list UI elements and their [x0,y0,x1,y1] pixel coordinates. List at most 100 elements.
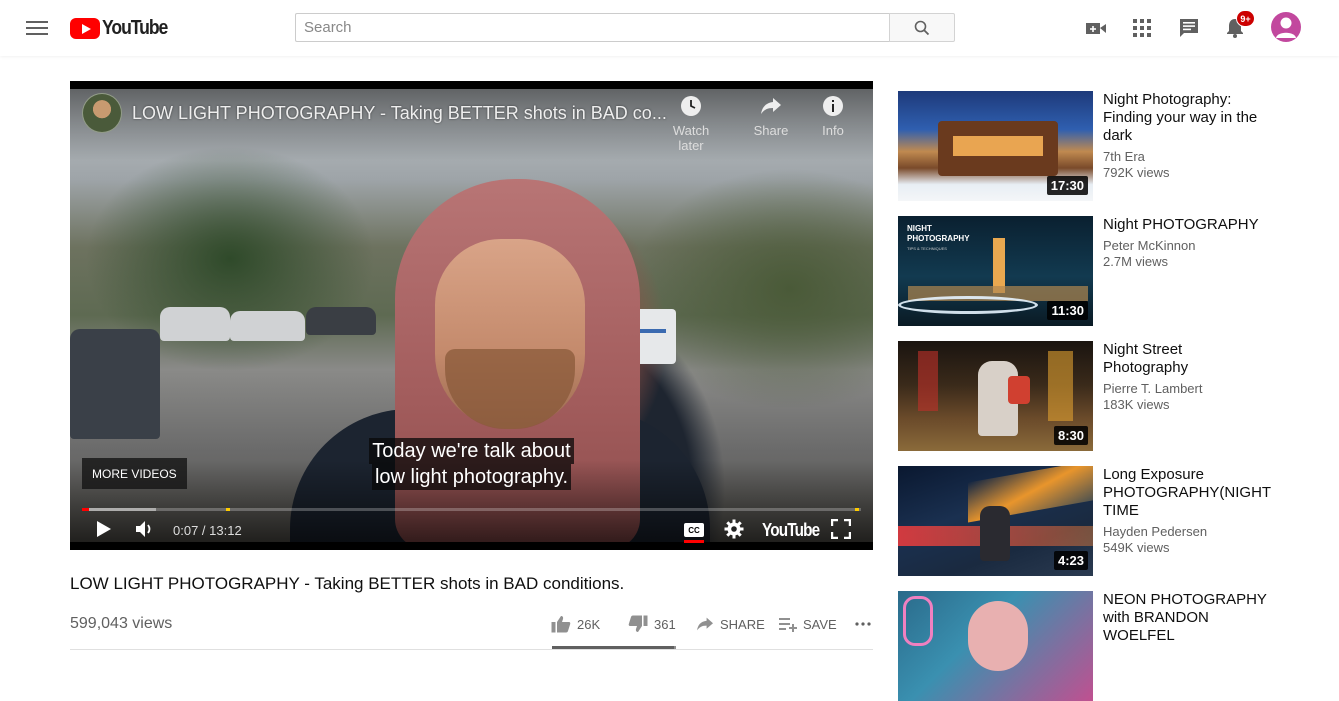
portrait-image [968,601,1028,671]
watch-later-button[interactable]: Watch later [661,93,721,153]
recommendation-title[interactable]: Long Exposure PHOTOGRAPHY(NIGHT TIME [1103,466,1271,520]
channel-avatar[interactable] [82,93,122,133]
share-player-button[interactable]: Share [741,93,801,138]
recommendation-views: 549K views [1103,540,1170,555]
share-arrow-icon [697,617,713,631]
time-display: 0:07 / 13:12 [173,523,242,538]
recommendation-title[interactable]: Night Photography: Finding your way in t… [1103,91,1268,145]
captions-button[interactable]: CC [684,523,704,537]
recommendation-channel[interactable]: Hayden Pedersen [1103,524,1207,539]
apps-grid-icon [1133,19,1151,37]
captions-active-indicator [684,540,704,543]
thumbnail-text: PHOTOGRAPHY [907,234,970,243]
divider [70,649,873,650]
video-player[interactable]: LOW LIGHT PHOTOGRAPHY - Taking BETTER sh… [70,81,873,550]
chapter-marker [226,508,230,511]
duration-badge: 8:30 [1053,426,1088,445]
volume-icon [136,521,151,537]
recommendation-thumbnail[interactable]: 4:23 [898,466,1093,576]
youtube-play-logo-icon [70,17,100,39]
clock-icon [681,96,701,116]
youtube-brand-button[interactable]: YouTube [762,520,820,541]
search-icon [914,20,930,35]
info-icon [823,96,843,116]
recommendation-card[interactable]: 8:30 Night Street Photography Pierre T. … [898,341,1268,451]
share-label: SHARE [720,616,765,632]
fullscreen-button[interactable] [831,517,851,541]
notification-badge: 9+ [1236,10,1255,27]
caption-line-1: Today we're talk about [369,438,574,464]
like-count: 26K [577,616,601,632]
share-arrow-icon [761,98,781,114]
recommendation-card[interactable]: NEON PHOTOGRAPHY with BRANDON WOELFEL [898,591,1268,701]
recommendation-title[interactable]: Night Street Photography [1103,341,1268,377]
neon-sign-image [903,596,933,646]
video-camera-icon [1086,23,1106,34]
cabin-lights-image [953,136,1043,156]
progress-played [82,508,89,511]
volume-button[interactable] [135,517,155,541]
search-bar [295,13,955,42]
logo-text: YouTube [102,16,168,39]
duration-badge: 11:30 [1047,301,1088,320]
play-button[interactable] [96,517,112,541]
save-button[interactable]: SAVE [779,612,837,636]
more-horizontal-icon [855,622,871,626]
caption-box: Today we're talk about low light photogr… [70,438,873,490]
thumbnail-subtext: TIPS & TECHNIQUES [907,246,947,251]
progress-bar[interactable] [82,508,861,511]
tower-image [993,238,1005,293]
recommendation-card[interactable]: 17:30 Night Photography: Finding your wa… [898,91,1268,201]
light-trail-image [898,296,1038,314]
recommendation-views: 792K views [1103,165,1170,180]
parked-car-image [160,307,230,341]
recommendation-thumbnail[interactable]: NIGHT PHOTOGRAPHY TIPS & TECHNIQUES 11:3… [898,216,1093,326]
dislike-count: 361 [654,616,676,632]
recommendation-thumbnail[interactable]: 17:30 [898,91,1093,201]
info-label: Info [822,123,844,138]
recommendation-views: 183K views [1103,397,1170,412]
menu-icon[interactable] [26,18,48,38]
recommendation-title[interactable]: NEON PHOTOGRAPHY with BRANDON WOELFEL [1103,591,1268,645]
parked-car-image [306,307,376,335]
recommendation-thumbnail[interactable]: 8:30 [898,341,1093,451]
recommendation-channel[interactable]: Pierre T. Lambert [1103,381,1202,396]
video-title: LOW LIGHT PHOTOGRAPHY - Taking BETTER sh… [70,574,625,593]
caption-line-2: low light photography. [371,464,572,490]
search-input[interactable] [295,13,889,42]
recommendation-card[interactable]: NIGHT PHOTOGRAPHY TIPS & TECHNIQUES 11:3… [898,216,1268,326]
create-video-button[interactable] [1082,14,1110,42]
share-button[interactable]: SHARE [696,612,765,636]
masthead: YouTube Search 9+ [0,0,1339,56]
info-button[interactable]: Info [803,93,863,138]
recommendation-card[interactable]: 4:23 Long Exposure PHOTOGRAPHY(NIGHT TIM… [898,466,1271,576]
messages-icon [1180,19,1198,37]
progress-loaded [82,508,156,511]
thumbnail-text: NIGHT [907,224,932,233]
fullscreen-icon [831,519,851,539]
dislike-button[interactable]: 361 [628,612,676,636]
account-icon [1276,17,1296,38]
recommendation-title[interactable]: Night PHOTOGRAPHY [1103,216,1268,234]
more-actions-button[interactable] [855,612,871,636]
neon-sign-image [1048,351,1073,421]
account-avatar[interactable] [1271,12,1301,42]
player-title[interactable]: LOW LIGHT PHOTOGRAPHY - Taking BETTER sh… [132,103,667,124]
recommendation-channel[interactable]: Peter McKinnon [1103,238,1196,253]
neon-sign-image [918,351,938,411]
recommendation-views: 2.7M views [1103,254,1169,269]
like-button[interactable]: 26K [551,612,600,636]
apps-button[interactable] [1128,14,1156,42]
parked-car-image [230,311,305,341]
recommendation-thumbnail[interactable] [898,591,1093,701]
thumbs-up-icon [551,616,571,633]
watch-later-label: Watch later [672,123,710,153]
duration-badge: 4:23 [1053,551,1088,570]
search-button[interactable] [889,13,955,42]
messages-button[interactable] [1175,14,1203,42]
youtube-logo[interactable]: YouTube [70,16,176,40]
share-player-label: Share [753,123,789,138]
view-count: 599,043 views [70,615,173,632]
settings-button[interactable] [724,517,744,541]
recommendation-channel[interactable]: 7th Era [1103,149,1145,164]
